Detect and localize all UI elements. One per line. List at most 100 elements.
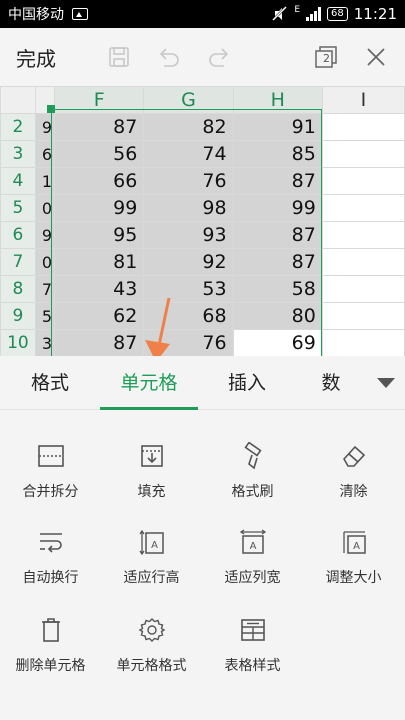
cell[interactable] bbox=[321, 302, 405, 330]
format-painter-button[interactable]: 格式刷 bbox=[202, 441, 303, 501]
table-row[interactable]: 6 9 95 93 87 bbox=[0, 221, 405, 249]
tab-format[interactable]: 格式 bbox=[0, 356, 100, 410]
tab-data[interactable]: 数 bbox=[296, 356, 366, 410]
delete-cell-button[interactable]: 删除单元格 bbox=[0, 615, 101, 675]
table-row[interactable]: 10 3 87 76 69 bbox=[0, 329, 405, 356]
merge-split-label: 合并拆分 bbox=[22, 484, 79, 500]
cell[interactable]: 0 bbox=[34, 248, 56, 276]
cell[interactable]: 85 bbox=[232, 140, 323, 168]
cell[interactable]: 6 bbox=[34, 140, 56, 168]
cell[interactable]: 68 bbox=[143, 302, 234, 330]
cell[interactable]: 92 bbox=[143, 248, 234, 276]
cell[interactable]: 81 bbox=[54, 248, 145, 276]
cell[interactable]: 58 bbox=[232, 275, 323, 303]
cell[interactable]: 87 bbox=[232, 248, 323, 276]
table-row[interactable]: 2 9 87 82 91 bbox=[0, 113, 405, 141]
table-row[interactable]: 4 1 66 76 87 bbox=[0, 167, 405, 195]
undo-button[interactable] bbox=[144, 28, 194, 86]
cell[interactable]: 95 bbox=[54, 221, 145, 249]
cell[interactable]: 91 bbox=[232, 113, 323, 141]
save-icon bbox=[109, 47, 129, 67]
cell[interactable]: 87 bbox=[54, 113, 145, 141]
column-header-h[interactable]: H bbox=[232, 86, 323, 114]
cell[interactable]: 82 bbox=[143, 113, 234, 141]
cell[interactable]: 3 bbox=[34, 329, 56, 356]
cell[interactable]: 87 bbox=[232, 167, 323, 195]
table-row[interactable]: 9 5 62 68 80 bbox=[0, 302, 405, 330]
cell[interactable]: 7 bbox=[34, 275, 56, 303]
table-row[interactable]: 3 6 56 74 85 bbox=[0, 140, 405, 168]
fill-button[interactable]: 填充 bbox=[101, 441, 202, 501]
cell-format-button[interactable]: 单元格格式 bbox=[101, 615, 202, 675]
format-painter-icon bbox=[243, 442, 262, 470]
cell[interactable]: 76 bbox=[143, 167, 234, 195]
resize-button[interactable]: A 调整大小 bbox=[303, 527, 404, 587]
tab-insert[interactable]: 插入 bbox=[198, 356, 296, 410]
cell[interactable] bbox=[321, 221, 405, 249]
done-button[interactable]: 完成 bbox=[16, 43, 80, 72]
gear-icon bbox=[138, 618, 165, 642]
selection-handle-top[interactable] bbox=[47, 105, 55, 113]
cell[interactable]: 9 bbox=[34, 221, 56, 249]
column-header-f[interactable]: F bbox=[54, 86, 145, 114]
cell[interactable] bbox=[321, 194, 405, 222]
corner-cell[interactable] bbox=[0, 86, 36, 114]
battery-icon: 68 bbox=[327, 7, 348, 21]
windows-button[interactable]: 2 bbox=[301, 28, 351, 86]
cell[interactable] bbox=[321, 329, 405, 356]
auto-wrap-button[interactable]: 自动换行 bbox=[0, 527, 101, 587]
cell[interactable]: 5 bbox=[34, 302, 56, 330]
table-row[interactable]: 7 0 81 92 87 bbox=[0, 248, 405, 276]
redo-button[interactable] bbox=[194, 28, 244, 86]
table-style-icon bbox=[240, 619, 265, 641]
cell[interactable] bbox=[321, 113, 405, 141]
cell[interactable]: 99 bbox=[232, 194, 323, 222]
column-header-i[interactable]: I bbox=[321, 86, 405, 114]
close-button[interactable] bbox=[351, 28, 401, 86]
ribbon-tabs: 格式 单元格 插入 数 bbox=[0, 356, 405, 410]
fit-col-width-button[interactable]: A 适应列宽 bbox=[202, 527, 303, 587]
cell[interactable]: 76 bbox=[143, 329, 234, 356]
cell[interactable] bbox=[321, 248, 405, 276]
cell[interactable]: 98 bbox=[143, 194, 234, 222]
more-tabs-button[interactable] bbox=[366, 356, 405, 410]
cell[interactable]: 87 bbox=[54, 329, 145, 356]
row-header[interactable]: 10 bbox=[0, 329, 36, 356]
row-header[interactable]: 3 bbox=[0, 140, 36, 168]
row-header[interactable]: 8 bbox=[0, 275, 36, 303]
cell[interactable] bbox=[321, 275, 405, 303]
row-header[interactable]: 2 bbox=[0, 113, 36, 141]
cell[interactable]: 99 bbox=[54, 194, 145, 222]
row-header[interactable]: 4 bbox=[0, 167, 36, 195]
spreadsheet[interactable]: F G H I 2 9 87 82 91 3 6 56 74 85 4 1 66… bbox=[0, 86, 405, 356]
row-header[interactable]: 9 bbox=[0, 302, 36, 330]
cell[interactable] bbox=[321, 167, 405, 195]
cell[interactable]: 43 bbox=[54, 275, 145, 303]
save-button[interactable] bbox=[94, 28, 144, 86]
cell[interactable] bbox=[321, 140, 405, 168]
cell[interactable]: 80 bbox=[232, 302, 323, 330]
table-style-button[interactable]: 表格样式 bbox=[202, 615, 303, 675]
cell[interactable]: 74 bbox=[143, 140, 234, 168]
cell[interactable]: 87 bbox=[232, 221, 323, 249]
cell[interactable]: 53 bbox=[143, 275, 234, 303]
cell[interactable]: 66 bbox=[54, 167, 145, 195]
sheet-grid[interactable]: F G H I 2 9 87 82 91 3 6 56 74 85 4 1 66… bbox=[0, 86, 405, 356]
tab-cell[interactable]: 单元格 bbox=[100, 356, 198, 410]
table-row[interactable]: 5 0 99 98 99 bbox=[0, 194, 405, 222]
clear-button[interactable]: 清除 bbox=[303, 441, 404, 501]
fit-row-height-button[interactable]: A 适应行高 bbox=[101, 527, 202, 587]
cell[interactable]: 62 bbox=[54, 302, 145, 330]
cell[interactable]: 0 bbox=[34, 194, 56, 222]
cell[interactable]: 9 bbox=[34, 113, 56, 141]
cell[interactable]: 93 bbox=[143, 221, 234, 249]
row-header[interactable]: 5 bbox=[0, 194, 36, 222]
cell[interactable]: 56 bbox=[54, 140, 145, 168]
cell[interactable]: 1 bbox=[34, 167, 56, 195]
row-header[interactable]: 6 bbox=[0, 221, 36, 249]
row-header[interactable]: 7 bbox=[0, 248, 36, 276]
active-cell[interactable]: 69 bbox=[232, 329, 323, 356]
column-header-g[interactable]: G bbox=[143, 86, 234, 114]
merge-split-button[interactable]: 合并拆分 bbox=[0, 441, 101, 501]
table-row[interactable]: 8 7 43 53 58 bbox=[0, 275, 405, 303]
